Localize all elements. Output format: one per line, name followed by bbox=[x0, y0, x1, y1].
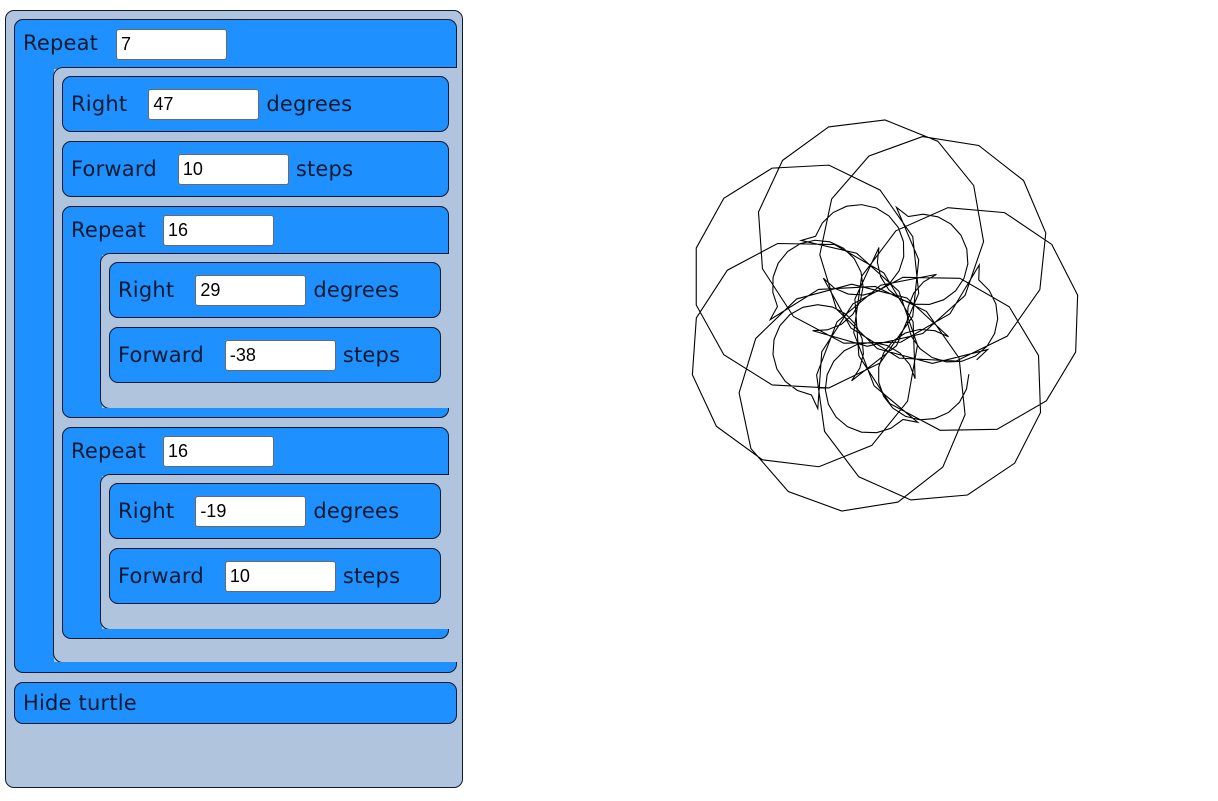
repeat-header: Repeat bbox=[14, 19, 457, 69]
right-block[interactable]: Right degrees bbox=[109, 483, 441, 539]
repeat-block-outer[interactable]: Repeat Right degrees Forward steps Repea… bbox=[14, 19, 457, 673]
turtle-canvas bbox=[691, 119, 1079, 512]
repeat-footer bbox=[53, 662, 457, 673]
right-degrees-input[interactable] bbox=[148, 88, 260, 120]
repeat-body: Right degrees Forward steps Repeat R bbox=[53, 67, 457, 663]
program-panel: Repeat Right degrees Forward steps Repea… bbox=[5, 10, 463, 788]
hide-turtle-label: Hide turtle bbox=[23, 691, 137, 715]
repeat-label: Repeat bbox=[23, 31, 99, 55]
right-block[interactable]: Right degrees bbox=[109, 262, 441, 318]
repeat-block-inner-1[interactable]: Repeat Right degrees Forward steps bbox=[62, 206, 449, 418]
repeat-left-bar bbox=[14, 68, 54, 673]
forward-block[interactable]: Forward steps bbox=[109, 548, 441, 604]
right-label: Right bbox=[118, 278, 175, 302]
steps-label: steps bbox=[295, 157, 354, 181]
forward-block[interactable]: Forward steps bbox=[109, 327, 441, 383]
repeat-left-bar bbox=[62, 254, 102, 418]
right-degrees-input[interactable] bbox=[195, 495, 307, 527]
steps-label: steps bbox=[342, 564, 401, 588]
repeat-header: Repeat bbox=[62, 206, 449, 255]
forward-label: Forward bbox=[118, 564, 204, 588]
right-block[interactable]: Right degrees bbox=[62, 76, 449, 132]
right-degrees-input[interactable] bbox=[195, 274, 307, 306]
forward-steps-input[interactable] bbox=[224, 339, 336, 371]
forward-steps-input[interactable] bbox=[177, 153, 289, 185]
repeat-block-inner-2[interactable]: Repeat Right degrees Forward steps bbox=[62, 427, 449, 639]
repeat-footer bbox=[100, 408, 449, 418]
repeat-body: Right degrees Forward steps bbox=[100, 474, 449, 630]
turtle-path bbox=[691, 119, 1079, 512]
degrees-label: degrees bbox=[313, 499, 400, 523]
repeat-left-bar bbox=[62, 475, 102, 639]
degrees-label: degrees bbox=[266, 92, 353, 116]
steps-label: steps bbox=[342, 343, 401, 367]
forward-label: Forward bbox=[118, 343, 204, 367]
right-label: Right bbox=[118, 499, 175, 523]
forward-block[interactable]: Forward steps bbox=[62, 141, 449, 197]
hide-turtle-block[interactable]: Hide turtle bbox=[14, 682, 457, 724]
repeat-label: Repeat bbox=[71, 218, 147, 242]
forward-steps-input[interactable] bbox=[224, 560, 336, 592]
repeat-header: Repeat bbox=[62, 427, 449, 476]
repeat-footer bbox=[100, 629, 449, 639]
repeat-count-input[interactable] bbox=[163, 436, 274, 467]
degrees-label: degrees bbox=[313, 278, 400, 302]
repeat-count-input[interactable] bbox=[116, 29, 227, 60]
repeat-label: Repeat bbox=[71, 439, 147, 463]
forward-label: Forward bbox=[71, 157, 157, 181]
right-label: Right bbox=[71, 92, 128, 116]
repeat-body: Right degrees Forward steps bbox=[100, 253, 449, 409]
repeat-count-input[interactable] bbox=[163, 215, 274, 246]
